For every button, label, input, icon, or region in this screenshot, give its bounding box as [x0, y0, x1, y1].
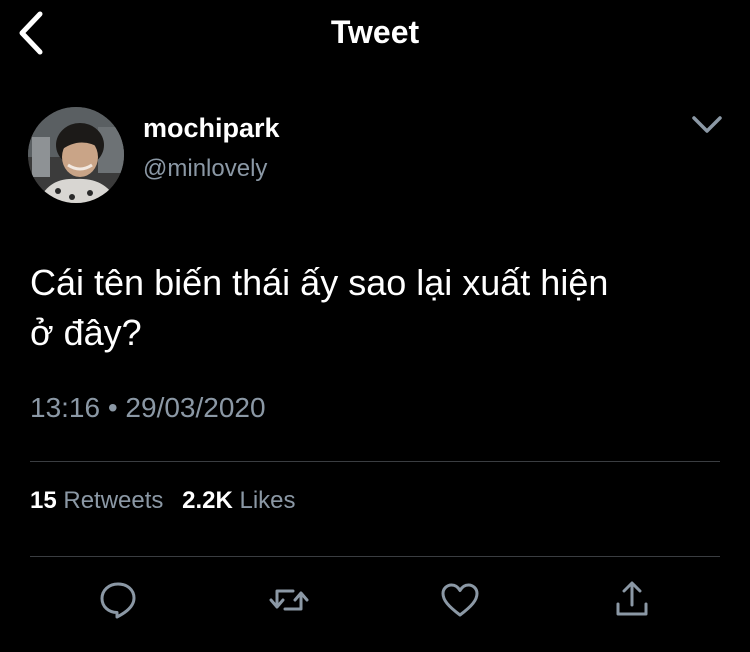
engagement-stats: 15 Retweets 2.2K Likes	[30, 487, 308, 515]
divider	[30, 461, 720, 462]
tweet-text: Cái tên biến thái ấy sao lại xuất hiện ở…	[30, 258, 730, 358]
reply-button[interactable]	[96, 578, 140, 622]
likes-stat[interactable]: 2.2K Likes	[182, 487, 295, 515]
share-button[interactable]	[610, 578, 654, 622]
user-handle[interactable]: @minlovely	[143, 155, 267, 183]
retweets-count: 15	[30, 487, 57, 514]
share-icon	[616, 581, 648, 616]
tweet-text-line: Cái tên biến thái ấy sao lại xuất hiện	[30, 262, 609, 303]
retweets-stat[interactable]: 15 Retweets	[30, 487, 163, 515]
retweet-button[interactable]	[267, 578, 311, 622]
chevron-down-icon	[692, 116, 722, 133]
like-button[interactable]	[438, 578, 482, 622]
reply-icon	[100, 582, 136, 619]
more-options-button[interactable]	[690, 112, 724, 138]
avatar[interactable]	[28, 107, 124, 203]
heart-icon	[441, 583, 479, 617]
page-title: Tweet	[330, 14, 420, 50]
divider	[30, 556, 720, 557]
retweet-icon	[269, 589, 309, 611]
tweet-timestamp: 13:16 • 29/03/2020	[30, 392, 266, 423]
retweets-label: Retweets	[63, 487, 164, 514]
display-name[interactable]: mochipark	[143, 113, 280, 144]
likes-label: Likes	[239, 487, 296, 514]
tweet-text-line: ở đây?	[30, 312, 142, 353]
top-bar: Tweet	[0, 0, 750, 66]
likes-count: 2.2K	[182, 487, 233, 514]
avatar-photo	[28, 107, 124, 203]
